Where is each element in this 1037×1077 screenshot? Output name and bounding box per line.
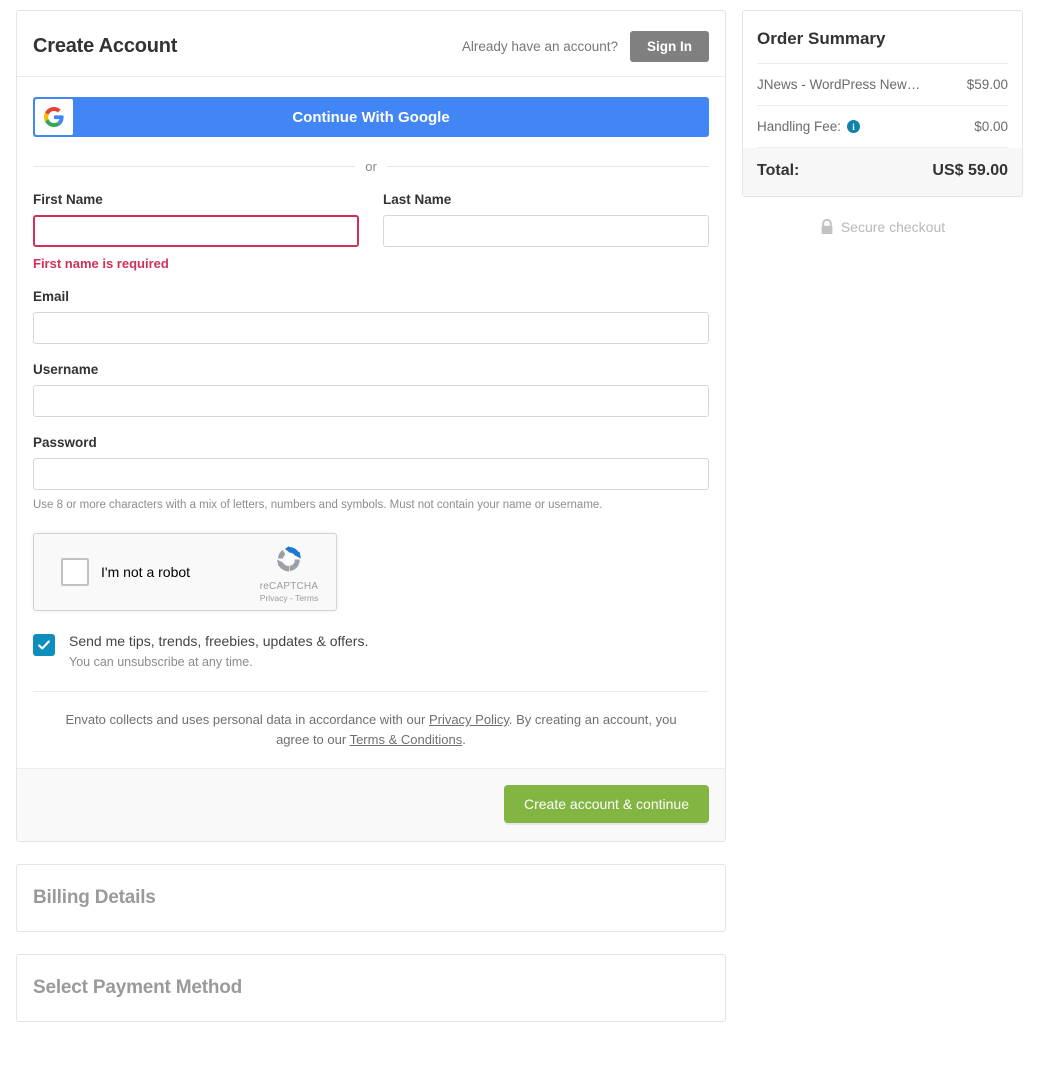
billing-details-section[interactable]: Billing Details — [16, 864, 726, 932]
username-label: Username — [33, 362, 99, 377]
newsletter-row: Send me tips, trends, freebies, updates … — [33, 633, 709, 669]
newsletter-text: Send me tips, trends, freebies, updates … — [69, 633, 368, 669]
select-payment-method-title: Select Payment Method — [33, 977, 243, 998]
order-item-row: JNews - WordPress New… $59.00 — [757, 64, 1008, 106]
recaptcha-icon — [277, 546, 301, 572]
newsletter-sub-label: You can unsubscribe at any time. — [69, 655, 253, 669]
create-account-footer: Create account & continue — [17, 768, 725, 841]
email-label: Email — [33, 289, 70, 304]
total-value: US$ 59.00 — [932, 162, 1008, 179]
privacy-policy-link[interactable]: Privacy Policy — [429, 712, 509, 727]
email-group: Email — [33, 289, 709, 344]
handling-fee-row: Handling Fee: i $0.00 — [757, 106, 1008, 148]
order-summary-title: Order Summary — [757, 11, 1008, 64]
recaptcha-widget[interactable]: I'm not a robot reCAPTCHA Privacy - Term… — [33, 533, 337, 611]
recaptcha-brand-name: reCAPTCHA — [259, 581, 319, 592]
first-name-group: First Name First name is required — [33, 192, 359, 271]
select-payment-method-section[interactable]: Select Payment Method — [16, 954, 726, 1022]
name-row: First Name First name is required Last N… — [33, 192, 709, 271]
handling-fee-label-wrap: Handling Fee: i — [757, 119, 861, 134]
left-column: Create Account Already have an account? … — [16, 10, 726, 1022]
google-logo-icon — [35, 99, 73, 135]
right-column: Order Summary JNews - WordPress New… $59… — [742, 10, 1023, 235]
have-account-text: Already have an account? — [461, 39, 618, 54]
divider-line-left — [33, 166, 356, 167]
create-account-card: Create Account Already have an account? … — [16, 10, 726, 842]
lock-icon — [821, 219, 833, 234]
secure-checkout-label: Secure checkout — [840, 219, 946, 235]
password-input[interactable] — [33, 458, 709, 490]
newsletter-label: Send me tips, trends, freebies, updates … — [69, 633, 369, 649]
recaptcha-brand-links[interactable]: Privacy - Terms — [251, 593, 327, 603]
last-name-label: Last Name — [383, 192, 452, 207]
recaptcha-checkbox[interactable] — [61, 558, 89, 586]
first-name-input[interactable] — [33, 215, 359, 247]
or-label: or — [365, 159, 377, 174]
info-icon[interactable]: i — [847, 120, 861, 133]
order-summary-card: Order Summary JNews - WordPress New… $59… — [742, 10, 1023, 197]
billing-details-title: Billing Details — [33, 887, 156, 908]
continue-with-google-button[interactable]: Continue With Google — [33, 97, 709, 137]
divider-line-right — [386, 166, 709, 167]
terms-conditions-link[interactable]: Terms & Conditions — [350, 732, 463, 747]
legal-part3: . — [462, 732, 466, 747]
first-name-label: First Name — [33, 192, 103, 207]
total-label: Total: — [757, 162, 800, 179]
create-account-header: Create Account Already have an account? … — [17, 11, 725, 77]
recaptcha-label: I'm not a robot — [101, 564, 191, 580]
newsletter-checkbox[interactable] — [33, 634, 55, 656]
checkout-page: Create Account Already have an account? … — [0, 0, 1037, 1077]
recaptcha-brand: reCAPTCHA Privacy - Terms — [251, 543, 327, 603]
create-account-body: Continue With Google or First Name First… — [17, 97, 725, 750]
email-input[interactable] — [33, 312, 709, 344]
handling-fee-value: $0.00 — [974, 119, 1008, 134]
check-icon — [38, 640, 50, 650]
last-name-input[interactable] — [383, 215, 709, 247]
order-item-price: $59.00 — [966, 77, 1008, 92]
secure-checkout: Secure checkout — [742, 219, 1023, 235]
page-title: Create Account — [33, 35, 178, 57]
google-button-label: Continue With Google — [292, 108, 450, 126]
password-group: Password Use 8 or more characters with a… — [33, 435, 709, 511]
first-name-error: First name is required — [33, 256, 169, 271]
create-account-continue-button[interactable]: Create account & continue — [504, 785, 709, 823]
total-row: Total: US$ 59.00 — [757, 148, 1008, 196]
handling-fee-label: Handling Fee: — [757, 119, 842, 134]
username-group: Username — [33, 362, 709, 417]
order-item-name: JNews - WordPress New… — [757, 77, 921, 92]
username-input[interactable] — [33, 385, 709, 417]
legal-part1: Envato collects and uses personal data i… — [65, 712, 429, 727]
sign-in-button[interactable]: Sign In — [630, 31, 709, 62]
total-strip: Total: US$ 59.00 — [743, 148, 1022, 196]
or-divider: or — [33, 159, 709, 174]
last-name-group: Last Name — [383, 192, 709, 271]
header-actions: Already have an account? Sign In — [462, 31, 709, 62]
legal-text: Envato collects and uses personal data i… — [33, 692, 709, 750]
password-hint: Use 8 or more characters with a mix of l… — [33, 499, 603, 511]
password-label: Password — [33, 435, 97, 450]
